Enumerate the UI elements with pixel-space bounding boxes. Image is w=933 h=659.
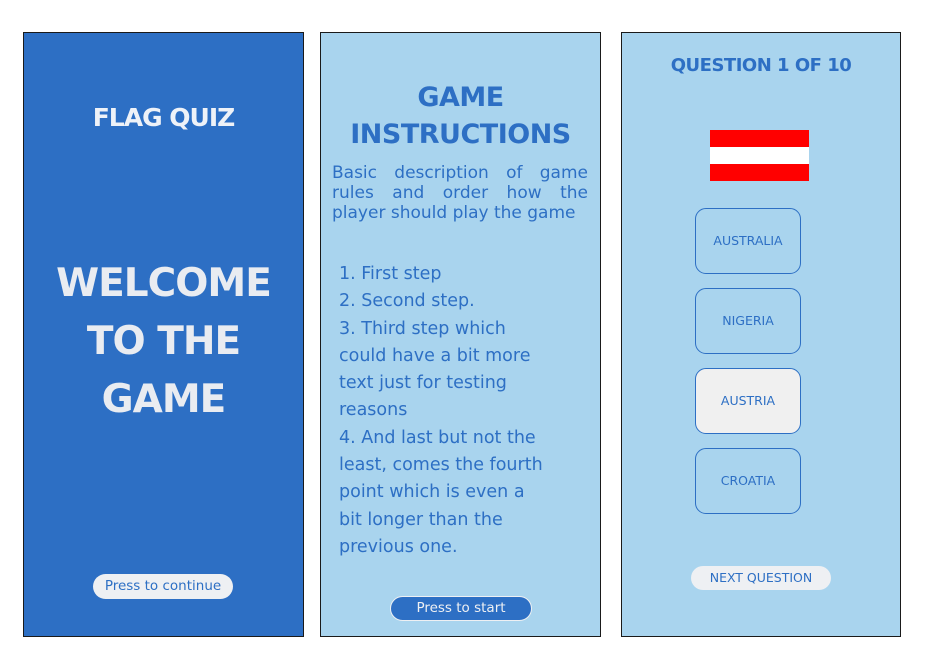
next-question-button[interactable]: NEXT QUESTION	[691, 566, 831, 590]
step-line: reasons	[339, 400, 408, 421]
app-title: FLAG QUIZ	[92, 103, 236, 132]
instructions-title-line: INSTRUCTIONS	[350, 119, 571, 150]
instructions-title-line: GAME	[417, 82, 504, 113]
start-button[interactable]: Press to start	[390, 596, 532, 621]
answer-option-australia[interactable]: AUSTRALIA	[695, 208, 801, 274]
step-line: 2. Second step.	[339, 291, 475, 312]
answer-option-nigeria[interactable]: NIGERIA	[695, 288, 801, 354]
instructions-screen: GAME INSTRUCTIONS Basic description of g…	[320, 32, 601, 637]
welcome-line: WELCOME	[56, 261, 272, 306]
instructions-description: Basic description of game rules and orde…	[332, 163, 588, 223]
step-line: point which is even a	[339, 482, 525, 503]
answer-option-croatia[interactable]: CROATIA	[695, 448, 801, 514]
question-screen: QUESTION 1 OF 10 AUSTRALIA NIGERIA AUSTR…	[621, 32, 901, 637]
instructions-title: GAME INSTRUCTIONS	[321, 79, 600, 153]
welcome-screen: FLAG QUIZ WELCOME TO THE GAME Press to c…	[23, 32, 304, 637]
flag-stripe-bottom	[710, 164, 809, 181]
step-line: 4. And last but not the	[339, 427, 536, 448]
step-line: bit longer than the	[339, 509, 503, 530]
step-line: least, comes the fourth	[339, 455, 543, 476]
flag-stripe-top	[710, 130, 809, 147]
step-line: 3. Third step which	[339, 318, 506, 339]
steps-list: 1. First step 2. Second step. 3. Third s…	[339, 261, 589, 561]
continue-button[interactable]: Press to continue	[93, 574, 233, 599]
step-line: 1. First step	[339, 264, 442, 284]
welcome-line: TO THE	[86, 319, 241, 364]
welcome-heading: WELCOME TO THE GAME	[24, 255, 303, 429]
austria-flag-image	[710, 130, 809, 181]
welcome-line: GAME	[101, 377, 227, 422]
answer-option-austria[interactable]: AUSTRIA	[695, 368, 801, 434]
question-counter: QUESTION 1 OF 10	[670, 55, 852, 76]
step-line: previous one.	[339, 536, 458, 557]
step-line: text just for testing	[339, 373, 507, 394]
step-line: could have a bit more	[339, 345, 531, 366]
flag-stripe-middle	[710, 147, 809, 164]
